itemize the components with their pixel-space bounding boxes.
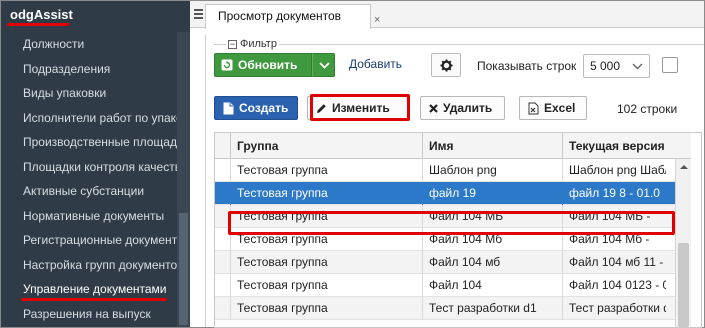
tab-title: Просмотр документов [218, 9, 342, 23]
row-count: 102 строки [617, 102, 678, 116]
rows-per-page-value: 5 000 [590, 59, 621, 73]
active-item-highlight-underline [21, 298, 167, 301]
table-row[interactable]: Тестовая группа Файл 104 Файл 104 0123 -… [215, 274, 691, 297]
cell-name: Шаблон png [423, 159, 563, 182]
table-row[interactable]: Тестовая группа Файл 104 мб Файл 104 мб … [215, 251, 691, 274]
cell-version: Шаблон png Шабл [569, 163, 666, 177]
sidebar-item-release-permits[interactable]: Разрешения на выпуск [1, 302, 177, 327]
cell-group: Тестовая группа [231, 297, 423, 320]
create-button-label: Создать [239, 101, 289, 115]
sidebar-item-document-groups-settings[interactable]: Настройка групп документов [1, 253, 177, 278]
documents-table: Группа Имя Текущая версия Тестовая групп… [214, 132, 702, 328]
rows-per-page-select[interactable]: 5 000 [583, 54, 650, 78]
filter-checkbox[interactable] [662, 57, 678, 73]
collapse-icon[interactable]: − [228, 39, 237, 49]
sidebar-scrollbar-thumb[interactable] [179, 213, 188, 325]
table-scrollbar-thumb[interactable] [678, 243, 689, 327]
cell-version: Тест разработки d [569, 301, 666, 315]
table-row-selected[interactable]: Тестовая группа файл 19 файл 19 8 - 01.0 [215, 182, 691, 205]
sidebar-item-departments[interactable]: Подразделения [1, 57, 177, 82]
row-selector [215, 274, 231, 297]
sidebar-item-packaging-contractors[interactable]: Исполнители работ по упако [1, 106, 177, 131]
cell-group: Тестовая группа [231, 159, 423, 182]
sidebar-item-registration-documents[interactable]: Регистрационные документы [1, 228, 177, 253]
close-icon [429, 103, 438, 113]
cell-name: Тест разработки d1 [423, 297, 563, 320]
cell-group: Тестовая группа [231, 228, 423, 251]
excel-button-label: Excel [544, 101, 576, 115]
cell-version: Файл 104 Мб - [569, 232, 650, 246]
cell-name: Файл 104 МБ [423, 205, 563, 228]
delete-button[interactable]: Удалить [420, 96, 505, 120]
row-selector [215, 182, 231, 205]
table-body: Тестовая группа Шаблон png Шаблон png Ша… [215, 159, 691, 320]
cell-version: Файл 104 мб 11 - 2 [569, 255, 666, 269]
excel-file-icon [528, 102, 539, 114]
sidebar-item-active-substances[interactable]: Активные субстанции [1, 179, 177, 204]
cell-name: Файл 104 мб [423, 251, 563, 274]
refresh-button[interactable]: Обновить [214, 53, 312, 77]
refresh-button-label: Обновить [238, 58, 298, 72]
table-row[interactable]: Тестовая группа Тест разработки d1 Тест … [215, 297, 691, 320]
sidebar-item-production-sites[interactable]: Производственные площадк [1, 130, 177, 155]
close-icon[interactable]: × [374, 9, 380, 31]
brand-highlight-underline [7, 23, 69, 26]
cell-name: Файл 104 Мб [423, 228, 563, 251]
row-selector [215, 228, 231, 251]
column-header-name[interactable]: Имя [423, 133, 563, 159]
delete-button-label: Удалить [443, 101, 493, 115]
refresh-icon [221, 59, 233, 71]
sidebar-item-regulatory-documents[interactable]: Нормативные документы [1, 204, 177, 229]
table-row[interactable]: Тестовая группа Шаблон png Шаблон png Ша… [215, 159, 691, 182]
sidebar: odgAssist Должности Подразделения Виды у… [1, 1, 190, 327]
tab-document-view[interactable]: Просмотр документов × [205, 4, 380, 29]
table-header: Группа Имя Текущая версия [215, 133, 701, 159]
new-document-icon [223, 102, 234, 114]
column-header-group[interactable]: Группа [231, 133, 423, 159]
settings-button[interactable] [431, 53, 461, 77]
table-row[interactable]: Тестовая группа Файл 104 МБ Файл 104 МБ … [215, 205, 691, 228]
table-right-gutter [691, 133, 701, 327]
cell-version: файл 19 8 - 01.0 [569, 186, 660, 200]
cell-version: Файл 104 МБ - [569, 209, 651, 223]
sidebar-item-packaging-types[interactable]: Виды упаковки [1, 81, 177, 106]
rows-per-page-label: Показывать строк [477, 59, 577, 73]
scroll-up-icon[interactable] [679, 164, 689, 170]
cell-name: Файл 104 [423, 274, 563, 297]
row-selector [215, 297, 231, 320]
edit-button[interactable]: Изменить [307, 96, 408, 120]
sidebar-item-positions[interactable]: Должности [1, 32, 177, 57]
filter-legend[interactable]: − Фильтр [226, 38, 279, 50]
cell-group: Тестовая группа [231, 274, 423, 297]
row-selector [215, 159, 231, 182]
main-area: Просмотр документов × − Фильтр Обновить … [190, 1, 704, 328]
row-selector [215, 251, 231, 274]
content-panel: − Фильтр Обновить Добавить Показывать ст… [205, 35, 704, 328]
table-header-selector [215, 133, 231, 159]
app-brand[interactable]: odgAssist [10, 7, 73, 22]
pencil-icon [317, 103, 326, 113]
row-selector [215, 205, 231, 228]
edit-button-label: Изменить [332, 101, 390, 115]
refresh-dropdown-button[interactable] [312, 53, 335, 77]
filter-legend-label: Фильтр [240, 38, 277, 50]
add-button[interactable]: Добавить [349, 57, 402, 71]
create-button[interactable]: Создать [214, 96, 298, 120]
chevron-down-icon [319, 62, 330, 69]
chevron-down-icon [632, 63, 643, 70]
tab-strip: Просмотр документов × [190, 1, 704, 29]
table-row[interactable]: Тестовая группа Файл 104 Мб Файл 104 Мб … [215, 228, 691, 251]
column-header-current-version[interactable]: Текущая версия [563, 133, 666, 159]
table-scrollbar[interactable] [675, 159, 691, 327]
cell-name: файл 19 [423, 182, 563, 205]
cell-group: Тестовая группа [231, 251, 423, 274]
cell-group: Тестовая группа [231, 205, 423, 228]
cell-group: Тестовая группа [231, 182, 423, 205]
gear-icon [440, 59, 453, 72]
sidebar-nav: Должности Подразделения Виды упаковки Ис… [1, 32, 177, 326]
cell-version: Файл 104 0123 - 0 [569, 278, 666, 292]
sidebar-item-quality-control-sites[interactable]: Площадки контроля качеств [1, 155, 177, 180]
excel-export-button[interactable]: Excel [519, 96, 587, 120]
